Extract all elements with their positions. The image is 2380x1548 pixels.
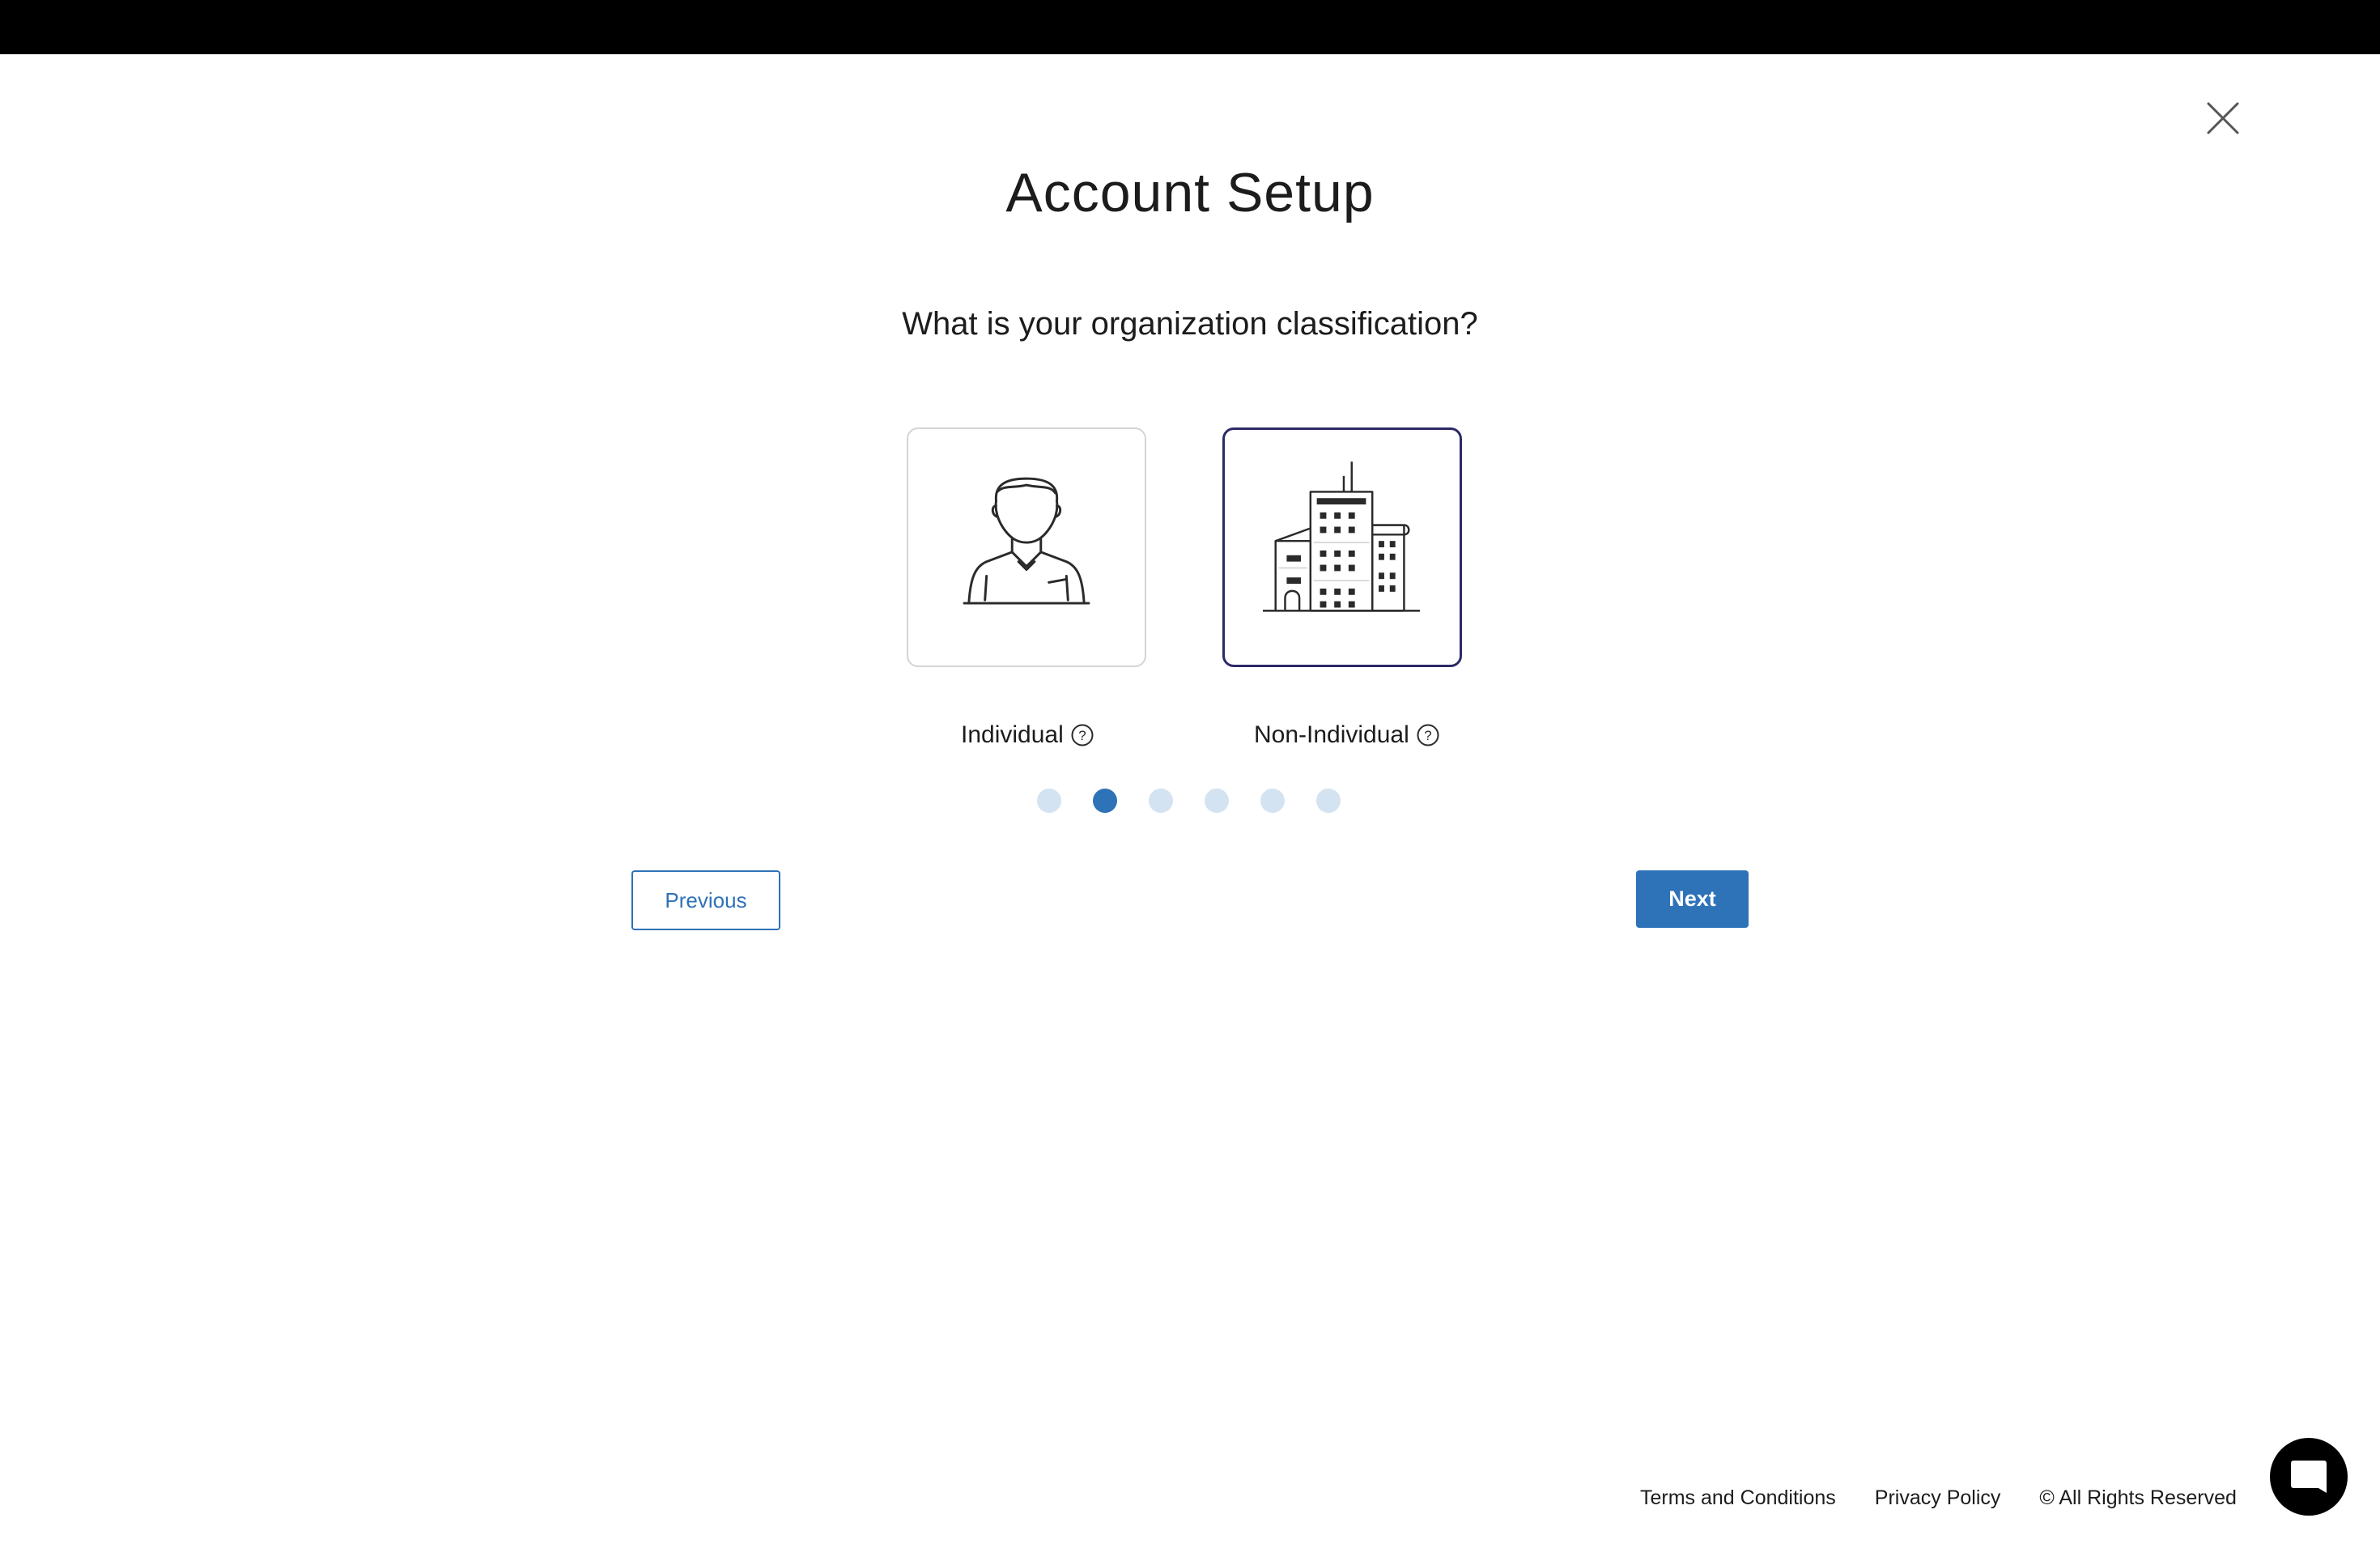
previous-button[interactable]: Previous: [631, 870, 780, 930]
footer-links: Terms and Conditions Privacy Policy © Al…: [1640, 1482, 2237, 1514]
help-icon[interactable]: ?: [1416, 723, 1440, 747]
step-indicator: [1036, 789, 1344, 814]
step-dot-2: [1093, 789, 1117, 813]
privacy-link[interactable]: Privacy Policy: [1875, 1486, 2001, 1510]
chat-button[interactable]: [2270, 1438, 2348, 1516]
non-individual-label-text: Non-Individual: [1254, 721, 1409, 748]
top-bar: [0, 0, 2380, 54]
next-button[interactable]: Next: [1636, 870, 1749, 928]
question-text: What is your organization classification…: [902, 306, 1478, 342]
terms-link[interactable]: Terms and Conditions: [1640, 1486, 1836, 1510]
building-icon: [1263, 461, 1421, 612]
person-icon: [963, 477, 1090, 605]
close-button[interactable]: [2200, 96, 2246, 141]
step-dot-3: [1149, 789, 1173, 813]
option-label-non-individual: Non-Individual ?: [1254, 716, 1440, 755]
chat-icon: [2291, 1461, 2327, 1493]
step-dot-1: [1037, 789, 1061, 813]
option-label-individual: Individual ?: [961, 716, 1094, 755]
step-dot-5: [1260, 789, 1285, 813]
step-dot-4: [1205, 789, 1229, 813]
copyright-text: © All Rights Reserved: [2039, 1486, 2237, 1509]
option-card-non-individual[interactable]: [1222, 427, 1462, 667]
step-dot-6: [1316, 789, 1341, 813]
help-icon[interactable]: ?: [1070, 723, 1094, 747]
close-icon: [2207, 102, 2239, 134]
svg-text:?: ?: [1078, 728, 1086, 743]
svg-text:?: ?: [1424, 728, 1431, 743]
option-card-individual[interactable]: [907, 427, 1146, 667]
individual-label-text: Individual: [961, 721, 1064, 748]
page-title: Account Setup: [1005, 162, 1375, 223]
